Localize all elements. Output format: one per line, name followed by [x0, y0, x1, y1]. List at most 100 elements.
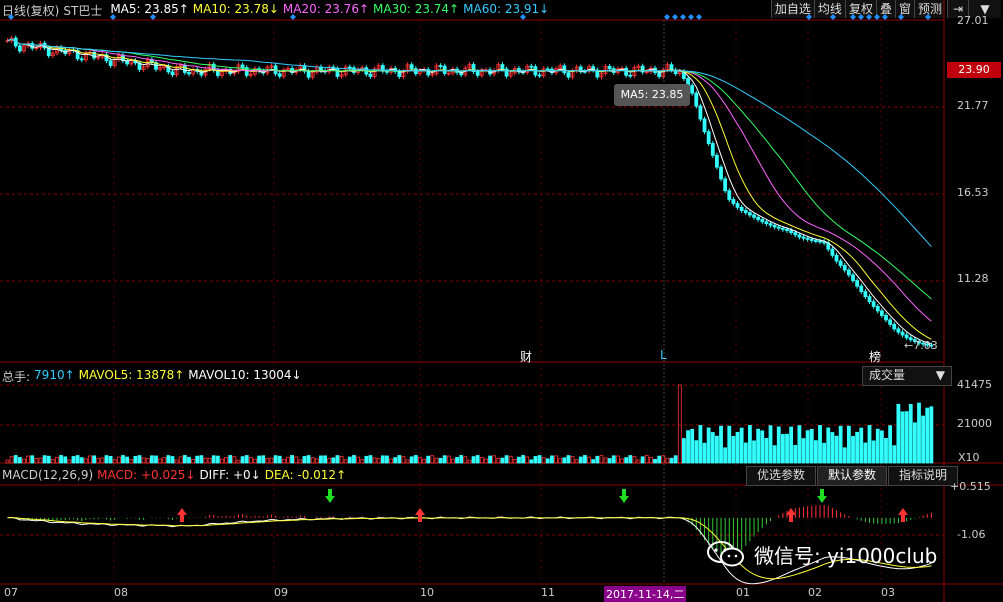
- candle-body: [772, 224, 777, 228]
- event-diamond-icon: [866, 14, 872, 20]
- event-diamond-icon: [150, 14, 156, 20]
- volume-bar: [199, 455, 204, 464]
- ma-line: [7, 38, 932, 247]
- volume-bar: [59, 455, 64, 464]
- volume-bar: [871, 440, 876, 464]
- buy-arrow-icon: [177, 508, 187, 522]
- wechat-watermark: 微信号: yi1000club: [706, 536, 976, 572]
- volume-bar: [599, 455, 604, 464]
- volume-bar: [727, 425, 732, 464]
- volume-bar: [616, 455, 620, 464]
- volume-bar: [125, 456, 130, 464]
- volume-bar: [570, 455, 575, 464]
- volume-bar: [657, 455, 662, 464]
- current-price-tag: 23.90: [947, 62, 1001, 78]
- volume-bar: [269, 457, 274, 464]
- volume-bar: [628, 455, 633, 464]
- candle-body: [731, 199, 736, 204]
- candle-body: [888, 319, 893, 325]
- optimal-params-button[interactable]: 优选参数: [746, 466, 816, 486]
- volume-bar: [253, 458, 257, 464]
- volume-bar: [632, 456, 637, 464]
- volume-indicator-select[interactable]: 成交量 ▼: [862, 366, 952, 386]
- event-diamond-icon: [874, 14, 880, 20]
- volume-bar: [323, 455, 327, 464]
- volume-bar: [393, 457, 398, 464]
- candle-body: [834, 254, 839, 262]
- volume-bar: [809, 428, 814, 464]
- candle-body: [277, 73, 282, 77]
- volume-bar: [459, 455, 464, 464]
- volume-bar: [863, 442, 868, 464]
- volume-bar: [401, 456, 406, 464]
- volume-bar: [525, 456, 530, 464]
- x-tick: 08: [114, 586, 128, 599]
- candle-body: [475, 71, 480, 76]
- volume-bar: [162, 457, 167, 464]
- candle-body: [710, 143, 715, 156]
- volume-bar: [83, 458, 88, 464]
- volume-bar: [385, 455, 389, 464]
- financial-report-marker[interactable]: 财: [520, 348, 532, 365]
- x-tick: 01: [736, 586, 750, 599]
- candle-body: [896, 328, 901, 333]
- volume-bar: [834, 435, 839, 464]
- candle-body: [108, 60, 113, 66]
- volume-bar: [133, 455, 138, 464]
- wechat-icon: [707, 541, 744, 567]
- volume-bar: [471, 456, 476, 464]
- volume-bar: [26, 455, 31, 464]
- volume-bar: [261, 455, 266, 464]
- volume-bar: [694, 440, 699, 464]
- event-diamond-icon: [830, 14, 836, 20]
- candle-body: [846, 269, 851, 276]
- limit-marker[interactable]: L: [660, 348, 667, 362]
- volume-bar: [842, 447, 847, 464]
- volume-bar: [409, 456, 414, 464]
- volume-bar: [319, 455, 323, 464]
- volume-bar: [822, 442, 827, 464]
- candle-body: [748, 212, 752, 216]
- volume-bar: [42, 455, 47, 464]
- volume-bar: [793, 444, 798, 464]
- volume-bar: [545, 458, 550, 464]
- volume-bar: [442, 455, 447, 464]
- volume-bar: [335, 455, 340, 464]
- indicator-help-button[interactable]: 指标说明: [888, 466, 958, 486]
- volume-bar: [566, 455, 571, 464]
- candle-body: [698, 105, 703, 120]
- volume-bar: [583, 455, 587, 464]
- volume-bar: [508, 455, 513, 464]
- volume-bar: [34, 457, 39, 464]
- candle-body: [306, 70, 311, 78]
- candle-body: [170, 71, 175, 76]
- volume-bar: [360, 459, 365, 464]
- candle-body: [793, 232, 798, 236]
- volume-bar: [772, 445, 777, 464]
- candle-body: [830, 248, 835, 256]
- volume-bar: [455, 457, 459, 464]
- volume-bar: [867, 425, 872, 464]
- indicator-header-item: MACD: +0.025↓: [97, 468, 196, 482]
- volume-bar: [121, 455, 125, 464]
- volume-bar: [550, 455, 554, 464]
- volume-bar: [686, 430, 690, 464]
- volume-bar: [698, 425, 703, 464]
- volume-bar: [801, 438, 806, 464]
- default-params-button[interactable]: 默认参数: [817, 466, 887, 486]
- volume-bar: [215, 455, 220, 464]
- candle-body: [702, 118, 707, 133]
- candle-body: [801, 236, 806, 239]
- chart-canvas[interactable]: [0, 0, 1003, 602]
- volume-bar: [286, 456, 290, 464]
- volume-bar: [149, 455, 154, 464]
- dragon-tiger-list-marker[interactable]: 榜: [869, 348, 881, 365]
- indicator-header-item: MACD(12,26,9): [2, 468, 94, 482]
- candle-body: [863, 291, 868, 298]
- volume-bar: [55, 456, 59, 464]
- volume-bar: [372, 457, 377, 464]
- volume-bar: [677, 384, 682, 464]
- volume-bar: [129, 459, 134, 464]
- volume-bar: [665, 457, 670, 464]
- volume-bar: [710, 432, 715, 464]
